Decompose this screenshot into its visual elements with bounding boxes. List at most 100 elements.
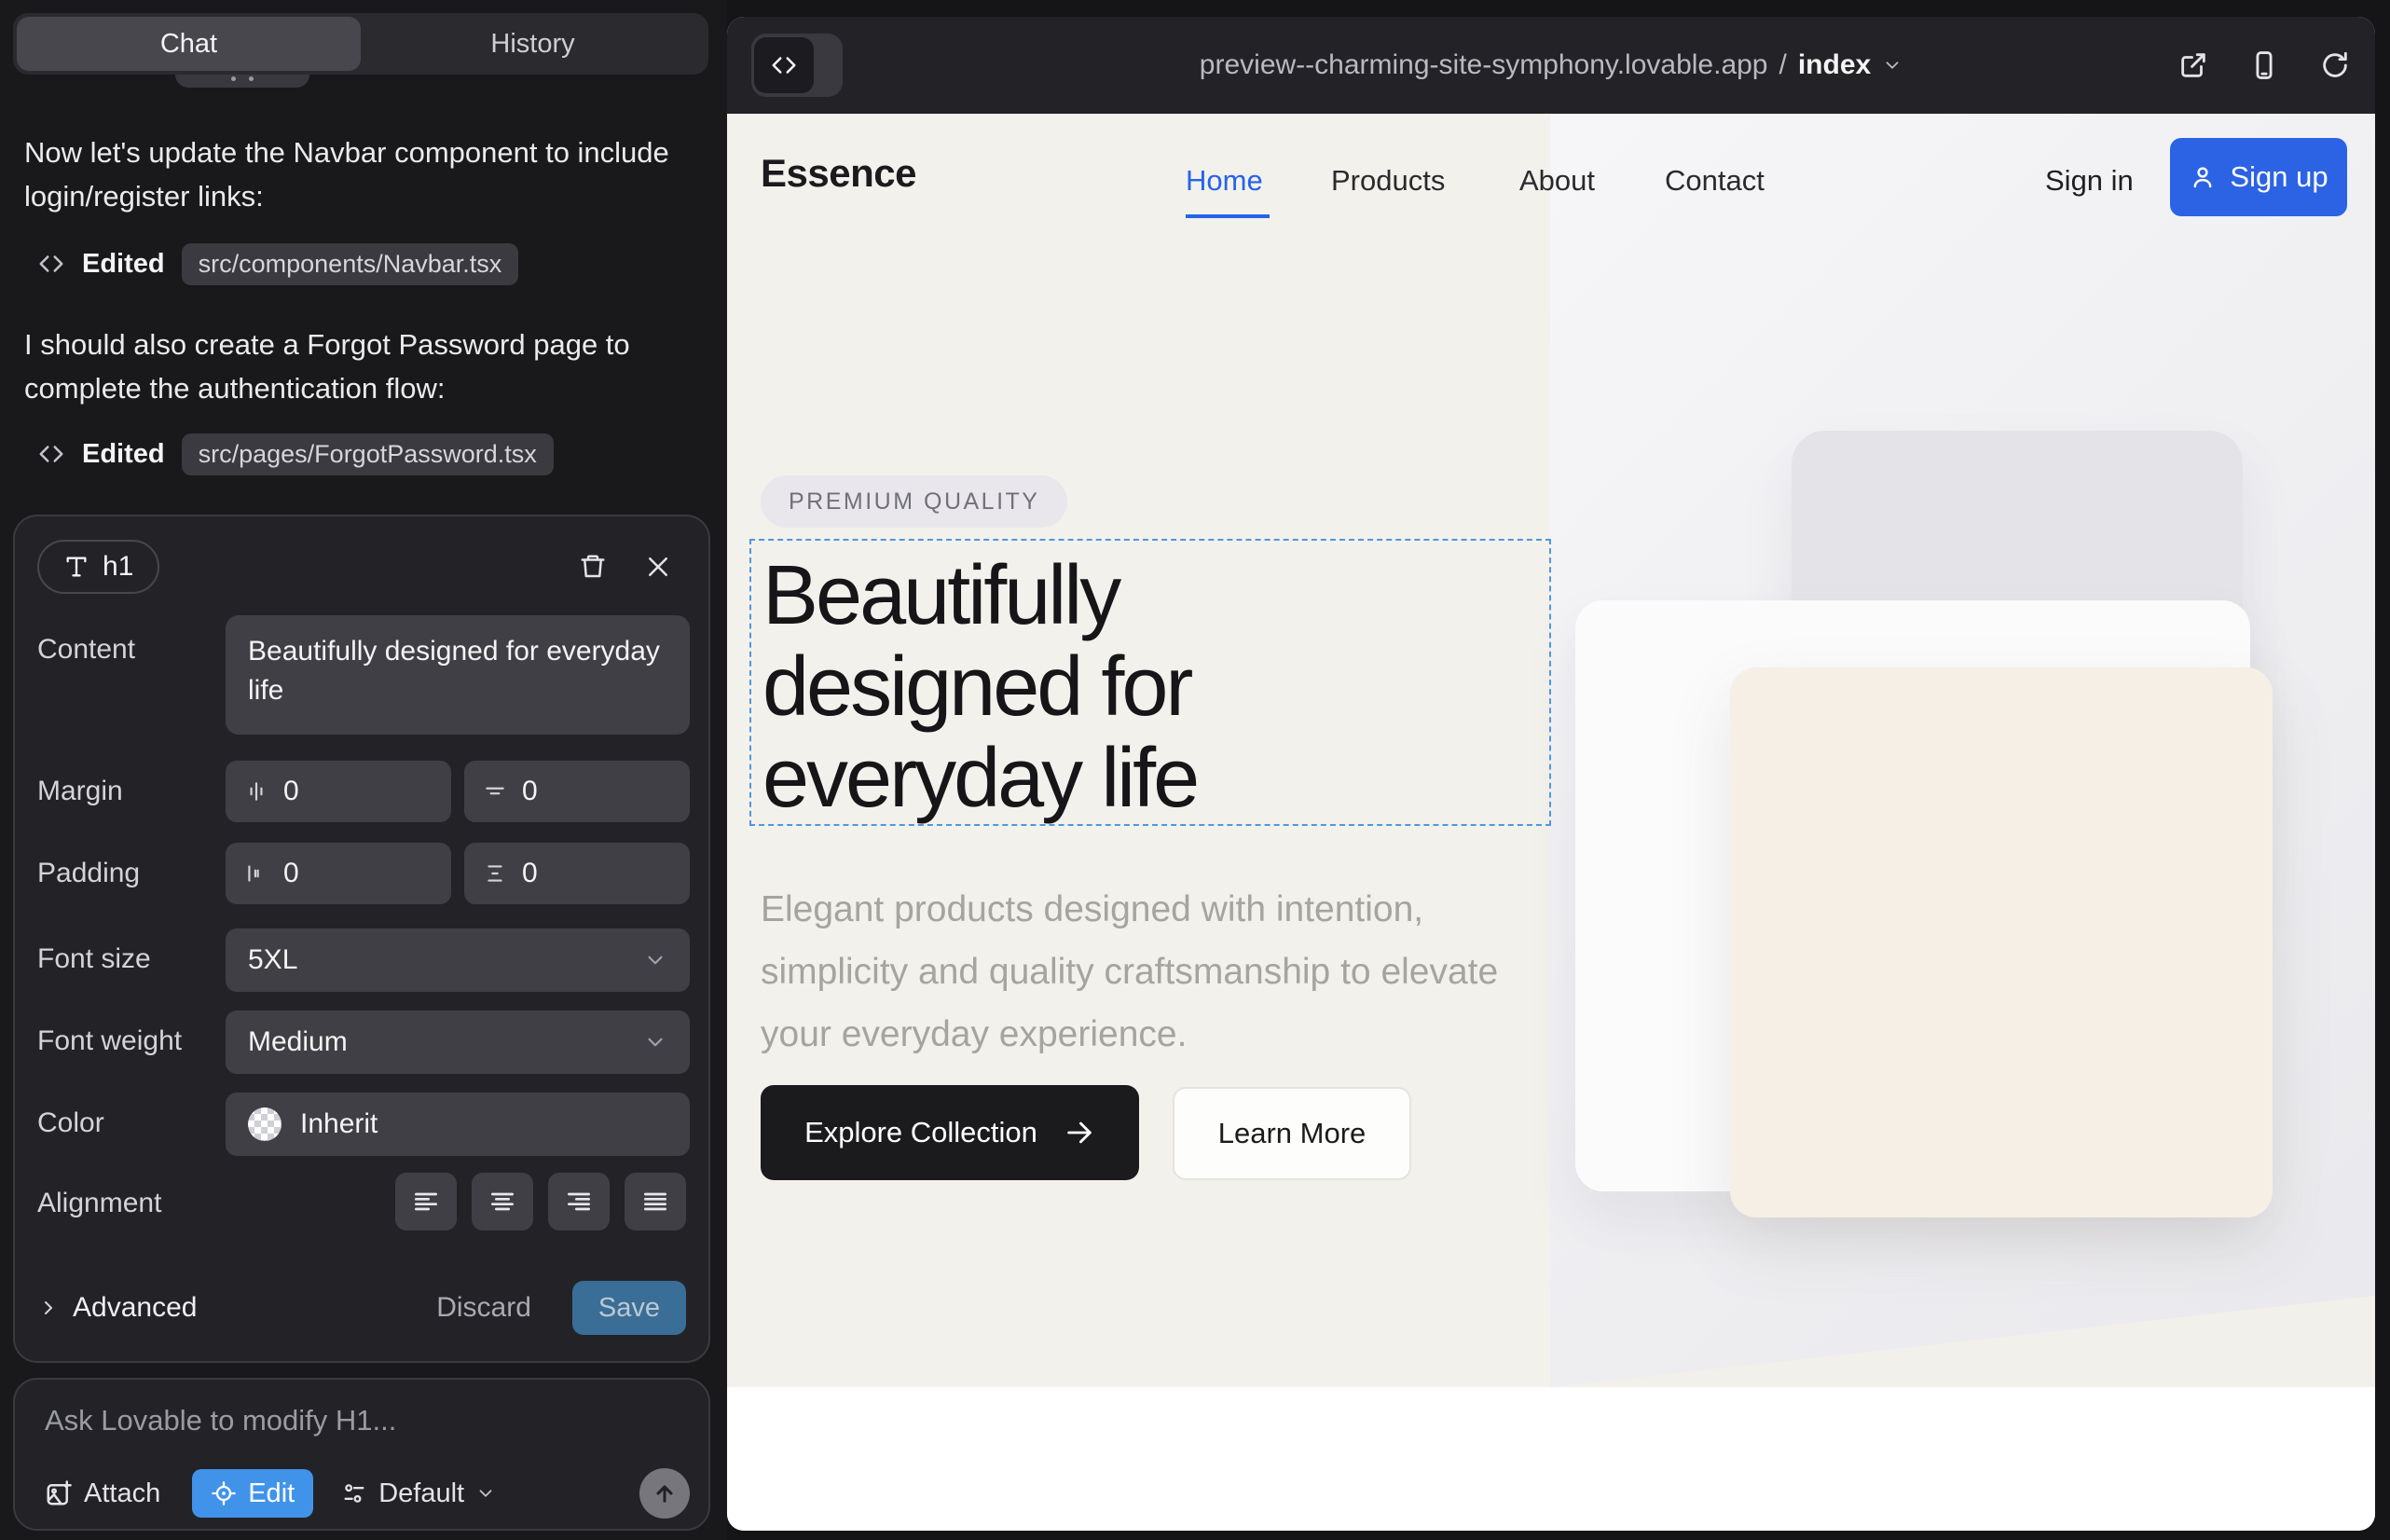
mobile-view-button[interactable] [2248,49,2280,81]
site-brand[interactable]: Essence [761,151,916,196]
chevron-down-icon [643,1030,667,1054]
margin-y-icon [483,779,507,804]
arrow-right-icon [1064,1117,1095,1148]
chat-message: I should also create a Forgot Password p… [24,323,677,410]
nav-link-products[interactable]: Products [1331,164,1445,198]
chevron-down-icon [475,1483,496,1504]
content-input[interactable]: Beautifully designed for everyday life [226,615,690,735]
editor-header: h1 [37,533,686,600]
padding-x-value: 0 [283,858,299,889]
attach-button[interactable]: Attach [45,1478,160,1509]
align-right-icon [564,1187,594,1217]
chevron-right-icon [37,1297,60,1319]
refresh-button[interactable] [2319,49,2351,81]
margin-x-icon [244,779,268,804]
close-editor-button[interactable] [636,544,680,589]
element-tag-name: h1 [103,551,133,583]
file-chip[interactable]: src/components/Navbar.tsx [182,243,519,285]
chevron-down-icon [1882,55,1902,76]
trash-icon [579,553,607,581]
tab-history[interactable]: History [361,17,705,71]
edited-label: Edited [82,439,165,470]
browser-preview: preview--charming-site-symphony.lovable.… [727,17,2375,1531]
margin-x-value: 0 [283,776,299,807]
code-icon [37,250,65,278]
discard-button[interactable]: Discard [436,1292,531,1324]
color-label: Color [37,1107,104,1139]
site-navbar: Essence Home Products About Contact Sign… [727,114,2375,254]
url-host: preview--charming-site-symphony.lovable.… [1200,49,1768,81]
hero-heading[interactable]: Beautifully designed for everyday life [762,550,1197,824]
model-default-dropdown[interactable]: Default [341,1478,496,1509]
code-icon [754,37,814,93]
dot [231,76,236,81]
font-weight-label: Font weight [37,1025,182,1057]
sign-in-link[interactable]: Sign in [2045,164,2134,198]
margin-y-input[interactable]: 0 [464,761,690,822]
nav-link-about[interactable]: About [1519,164,1595,198]
font-size-label: Font size [37,943,151,975]
code-view-toggle[interactable] [751,34,843,97]
margin-label: Margin [37,776,123,807]
prompt-composer: Ask Lovable to modify H1... Attach Edit … [13,1378,710,1531]
padding-y-icon [483,861,507,886]
content-label: Content [37,634,135,666]
align-center-button[interactable] [472,1173,533,1231]
hero-heading-line: Beautifully [762,550,1197,641]
align-justify-button[interactable] [625,1173,686,1231]
dot [249,76,254,81]
alignment-label: Alignment [37,1188,161,1219]
color-value: Inherit [300,1108,378,1140]
element-tag-pill[interactable]: h1 [37,540,159,594]
explore-collection-button[interactable]: Explore Collection [761,1085,1139,1180]
nav-link-contact[interactable]: Contact [1665,164,1765,198]
send-button[interactable] [639,1468,690,1519]
padding-x-icon [244,861,268,886]
align-justify-icon [640,1187,670,1217]
url-bar: preview--charming-site-symphony.lovable.… [727,17,2375,114]
save-button[interactable]: Save [572,1281,686,1335]
prompt-input[interactable]: Ask Lovable to modify H1... [45,1404,396,1437]
open-external-button[interactable] [2177,49,2209,81]
font-weight-select[interactable]: Medium [226,1011,690,1074]
align-right-button[interactable] [548,1173,610,1231]
composer-toolbar: Attach Edit Default [45,1467,690,1519]
browser-actions [2177,49,2351,81]
nav-link-home[interactable]: Home [1186,164,1263,198]
align-left-icon [411,1187,441,1217]
padding-x-input[interactable]: 0 [226,843,451,904]
type-icon [63,554,89,580]
advanced-toggle[interactable]: Advanced [37,1292,197,1324]
chat-message: Now let's update the Navbar component to… [24,131,677,218]
color-select[interactable]: Inherit [226,1093,690,1156]
padding-y-input[interactable]: 0 [464,843,690,904]
file-chip[interactable]: src/pages/ForgotPassword.tsx [182,433,554,475]
tab-chat[interactable]: Chat [17,17,361,71]
edited-label: Edited [82,249,165,280]
font-size-select[interactable]: 5XL [226,928,690,992]
delete-element-button[interactable] [570,544,615,589]
decorative-card-cream [1730,667,2273,1217]
align-left-button[interactable] [395,1173,457,1231]
learn-more-button[interactable]: Learn More [1173,1087,1411,1180]
attach-label: Attach [84,1478,160,1509]
hero-heading-line: everyday life [762,733,1197,824]
chat-sidebar: Chat History Now let's update the Navbar… [0,0,727,1540]
sign-up-label: Sign up [2230,160,2328,194]
explore-collection-label: Explore Collection [804,1116,1037,1149]
preview-site: Essence Home Products About Contact Sign… [727,114,2375,1531]
align-center-icon [488,1187,517,1217]
hero-paragraph: Elegant products designed with intention… [761,878,1506,1066]
margin-y-value: 0 [522,776,538,807]
margin-x-input[interactable]: 0 [226,761,451,822]
close-icon [644,553,672,581]
element-editor-panel: h1 Content Beautifully designed for ever… [13,515,710,1363]
image-plus-icon [45,1479,73,1507]
padding-label: Padding [37,858,140,889]
edited-file-row: Edited src/components/Navbar.tsx [37,242,518,285]
edit-mode-button[interactable]: Edit [192,1469,313,1518]
font-size-value: 5XL [248,944,297,976]
target-icon [211,1480,237,1506]
sign-up-button[interactable]: Sign up [2170,138,2347,216]
scrolled-chip-partial [175,75,309,88]
